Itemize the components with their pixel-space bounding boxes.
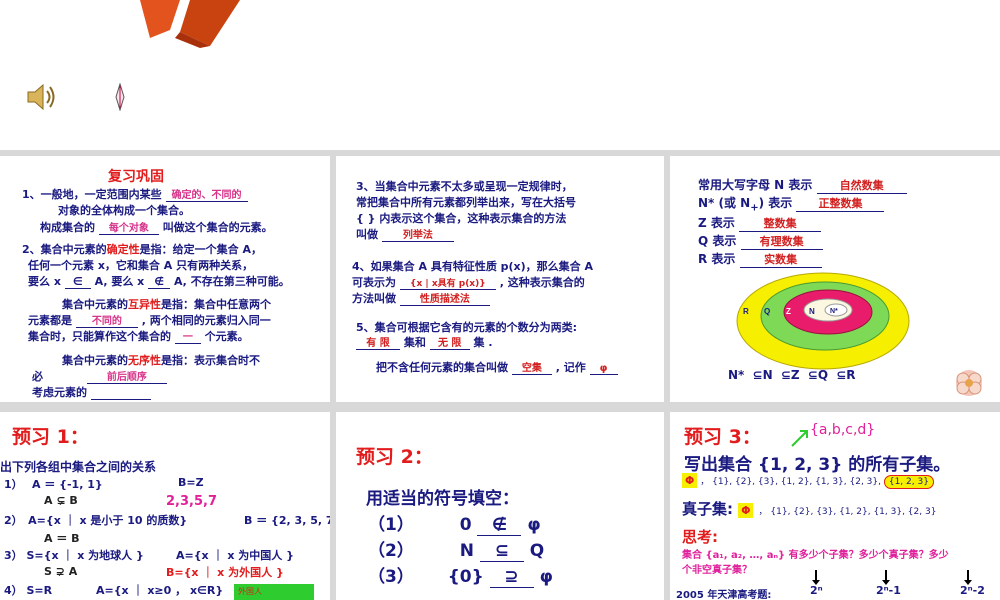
preview-1-q4-box: 外国人 <box>234 584 314 600</box>
preview-1-q1-answer: A ⊊ B <box>44 494 78 507</box>
review-line-2: 构成集合的 每个对象 叫做这个集合的元素。 <box>40 221 273 235</box>
methods-fill-10: 空集 <box>521 363 542 374</box>
preview-3-think-label: 思考: <box>682 528 718 546</box>
preview-2-row-1: （1） 0 ∉ φ <box>368 515 541 536</box>
ring-label-n: N <box>809 307 815 316</box>
preview-3-panel: 预习 3： {a,b,c,d} 写出集合 {1, 2, 3} 的所有子集。 Φ … <box>670 412 1000 600</box>
ring-label-nstar: N* <box>830 308 838 315</box>
methods-fill-6: {x | x具有 p(x)} <box>410 279 486 289</box>
preview-1-q3a: 3） S={x ｜ x 为地球人 } <box>4 549 144 562</box>
preview-1-q2-answer: A ＝ B <box>44 532 80 545</box>
methods-panel: 3、当集合中元素不太多或呈现一定规律时， 常把集合中所有元素都列举出来，写在大括… <box>336 156 664 402</box>
review-fill-10: 前后顺序 <box>106 372 147 383</box>
preview-3-think-q2: 个非空真子集？ <box>682 565 752 576</box>
methods-line-7: 方法叫做 性质描述法 <box>352 290 490 306</box>
ring-label-q: Q <box>764 307 770 316</box>
number-sets-panel: 常用大写字母 N 表示 自然数集 N* (或 N+) 表示 正整数集 Z 表示 … <box>670 156 1000 402</box>
methods-fill-9a: 有 限 <box>366 338 390 349</box>
methods-fill-9b: 无 限 <box>437 338 462 349</box>
review-panel: 复习巩固 1、一般地，一定范围内某些 确定的、不同的 对象的全体构成一个集合。 … <box>0 156 330 402</box>
numbers-row-5: R 表示 实数集 <box>698 250 822 268</box>
preview-1-q2a: 2） A={x ｜ x 是小于 10 的质数} <box>4 514 188 527</box>
methods-fill-10b: φ <box>599 363 608 374</box>
review-line-4: 任何一个元素 x，它和集合 A 只有两种关系， <box>28 259 254 272</box>
methods-line-2: 常把集合中所有元素都列举出来，写在大括号 <box>356 196 576 209</box>
review-line-3: 2、集合中元素的确定性是指：给定一个集合 A， <box>22 243 262 256</box>
preview-1-q4b: A={x ｜ x≥0 ， x∈R} <box>96 584 224 597</box>
review-fill-2: 每个对象 <box>108 223 149 234</box>
preview-1-q3-answer: S ⊋ A <box>44 565 78 578</box>
preview-2-row-2: （2） N ⊆ Q <box>368 541 545 562</box>
ring-label-r: R <box>743 307 749 316</box>
methods-line-4: 叫做 列举法 <box>356 226 454 242</box>
preview-1-instruction: 出下列各组中集合之间的关系 <box>0 460 157 474</box>
subset-chain: N* ⊆N ⊆Z ⊆Q ⊆R <box>728 368 856 382</box>
preview-3-exam: 2005 年天津高考题: <box>676 590 772 600</box>
methods-fill-7: 性质描述法 <box>419 294 470 305</box>
preview-3-heading: 写出集合 {1, 2, 3} 的所有子集。 <box>684 455 951 475</box>
numbers-row-3: Z 表示 整数集 <box>698 214 822 232</box>
methods-line-8: 5、集合可根据它含有的元素的个数分为两类: <box>356 321 578 334</box>
review-line-11: 考虑元素的 <box>32 384 151 400</box>
methods-fill-4: 列举法 <box>402 230 433 241</box>
preview-1-title: 预习 1： <box>12 426 89 448</box>
preview-1-panel: 预习 1： 出下列各组中集合之间的关系 1） A ＝ {-1, 1} B=Z A… <box>0 412 330 600</box>
preview-1-q1b: B=Z <box>178 476 204 489</box>
speaker-icon[interactable] <box>25 82 59 112</box>
review-line-1: 1、一般地，一定范围内某些 确定的、不同的 <box>22 186 248 202</box>
preview-3-proper: 真子集: Φ ， {1}, {2}, {3}, {1, 2}, {1, 3}, … <box>682 500 937 518</box>
preview-3-note: {a,b,c,d} <box>810 422 876 438</box>
methods-line-5: 4、如果集合 A 具有特征性质 p(x)，那么集合 A <box>352 260 594 273</box>
numbers-row-4: Q 表示 有理数集 <box>698 232 823 250</box>
preview-1-q2b: B ＝ {2, 3, 5, 7 <box>244 514 330 527</box>
preview-3-ans-2: 2ⁿ-1 <box>876 584 901 597</box>
review-fill-8: 一 <box>182 332 193 343</box>
methods-line-3: { } 内表示这个集合，这种表示集合的方法 <box>356 212 567 225</box>
methods-line-1: 3、当集合中元素不太多或呈现一定规律时， <box>356 180 573 193</box>
ring-label-z: Z <box>786 307 791 316</box>
methods-line-10: 把不含任何元素的集合叫做 空集 , 记作 φ <box>376 359 618 375</box>
preview-2-rows: （1） 0 ∉ φ （2） N ⊆ Q （3） {0} ⊇ φ <box>368 510 553 588</box>
review-line-9: 集合中元素的无序性是指：表示集合时不 <box>62 354 260 367</box>
preview-3-title: 预习 3： <box>684 426 761 448</box>
preview-1-q3b: A={x ｜ x 为中国人 } <box>176 549 294 562</box>
preview-1-q4a: 4） S=R <box>4 584 53 597</box>
cursor-icon <box>115 83 125 111</box>
numbers-row-2: N* (或 N+) 表示 正整数集 <box>698 194 885 213</box>
methods-line-6: 可表示为 {x | x具有 p(x)} , 这种表示集合的 <box>352 276 585 290</box>
preview-2-instruction: 用适当的符号填空： <box>366 489 519 509</box>
review-line-1b: 对象的全体构成一个集合。 <box>58 204 190 217</box>
preview-2-row-3: （3） {0} ⊇ φ <box>368 567 553 588</box>
review-line-6: 集合中元素的互异性是指：集合中任意两个 <box>62 298 271 311</box>
preview-1-q1a: 1） A ＝ {-1, 1} <box>4 478 103 491</box>
review-title: 复习巩固 <box>108 169 164 185</box>
preview-3-subsets: Φ ， {1}, {2}, {3}, {1, 2}, {1, 3}, {2, 3… <box>682 473 934 489</box>
preview-1-q1-note: 2,3,5,7 <box>166 494 217 509</box>
numbers-row-1: 常用大写字母 N 表示 自然数集 <box>698 176 907 194</box>
preview-3-ans-1: 2ⁿ <box>810 584 823 597</box>
flower-icon <box>956 370 982 396</box>
arrow-icon <box>791 430 808 447</box>
review-fill-1: 确定的、不同的 <box>171 190 242 201</box>
preview-2-panel: 预习 2： 用适当的符号填空： （1） 0 ∉ φ （2） N ⊆ Q （3） … <box>336 412 664 600</box>
orange-logo-shape <box>140 0 240 48</box>
preview-3-ans-3: 2ⁿ-2 <box>960 584 985 597</box>
preview-1-q3-note: B={x ｜ x 为外国人 } <box>166 566 284 579</box>
preview-3-think-q1: 集合 {a₁, a₂, …, aₙ} 有多少个子集？多少个真子集？多少 <box>682 550 949 561</box>
methods-line-9: 有 限 集和 无 限 集 . <box>356 334 493 350</box>
review-line-8: 集合时，只能算作这个集合的 一 个元素。 <box>28 330 249 344</box>
review-line-7: 元素都是 不同的 , 两个相同的元素归入同一 <box>28 314 271 328</box>
review-line-5: 要么 x ∈ A, 要么 x ∉ A, 不存在第三种可能。 <box>28 275 290 289</box>
nested-sets-diagram: R Q Z N N* <box>736 272 910 370</box>
review-line-10: 必 前后顺序 <box>32 368 167 384</box>
review-fill-7: 不同的 <box>91 316 122 327</box>
preview-2-title: 预习 2： <box>356 446 433 468</box>
